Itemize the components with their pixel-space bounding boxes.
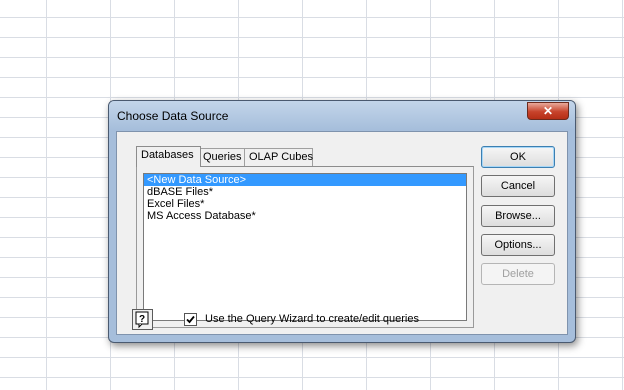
help-icon: ? [135, 311, 149, 329]
ok-button[interactable]: OK [481, 146, 555, 168]
data-source-listbox[interactable]: <New Data Source> dBASE Files* Excel Fil… [143, 173, 467, 321]
title-bar[interactable]: Choose Data Source ✕ [109, 101, 575, 130]
tab-databases[interactable]: Databases [136, 146, 201, 167]
list-item-dbase-files[interactable]: dBASE Files* [144, 186, 466, 198]
tab-olap-cubes[interactable]: OLAP Cubes [244, 148, 313, 166]
close-button[interactable]: ✕ [527, 102, 569, 120]
checkmark-icon [186, 315, 195, 324]
list-item-new-data-source[interactable]: <New Data Source> [144, 174, 466, 186]
choose-data-source-dialog: Choose Data Source ✕ Databases Queries O… [108, 100, 576, 343]
svg-text:?: ? [139, 314, 145, 325]
dialog-title: Choose Data Source [117, 109, 229, 123]
delete-button: Delete [481, 263, 555, 285]
list-item-excel-files[interactable]: Excel Files* [144, 198, 466, 210]
dialog-client-area: Databases Queries OLAP Cubes <New Data S… [116, 131, 568, 335]
query-wizard-label: Use the Query Wizard to create/edit quer… [205, 313, 419, 325]
list-item-ms-access-database[interactable]: MS Access Database* [144, 210, 466, 222]
close-icon: ✕ [542, 104, 554, 118]
browse-button[interactable]: Browse... [481, 205, 555, 227]
options-button[interactable]: Options... [481, 234, 555, 256]
tab-queries[interactable]: Queries [198, 148, 246, 166]
cancel-button[interactable]: Cancel [481, 175, 555, 197]
query-wizard-checkbox[interactable] [184, 313, 197, 326]
databases-tab-panel: <New Data Source> dBASE Files* Excel Fil… [136, 166, 474, 328]
help-button[interactable]: ? [132, 309, 153, 330]
